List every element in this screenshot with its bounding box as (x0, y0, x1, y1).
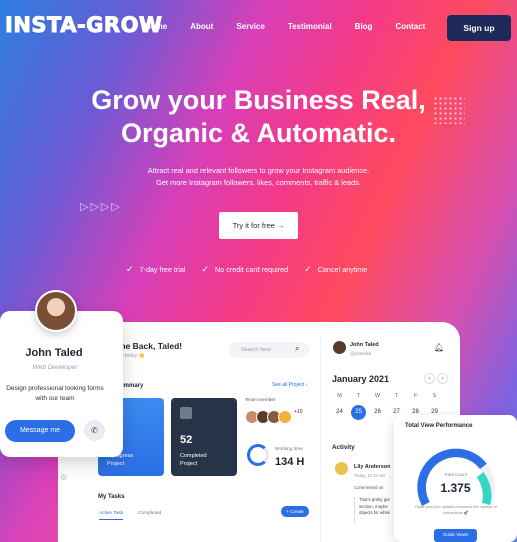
create-task-button[interactable]: + Create (281, 506, 309, 517)
calendar-nav: ‹ › (424, 373, 450, 384)
panel-divider (320, 334, 321, 542)
activity-comment: Commented on (354, 485, 384, 490)
search-icon: ⌕ (295, 344, 300, 353)
brand-logo[interactable]: INSTA-GROW (5, 13, 163, 38)
check-icon: ✓ (201, 264, 210, 274)
card-label-line-2: Project (107, 461, 125, 467)
calendar-month: January 2021 (332, 374, 390, 384)
nav-link-service[interactable]: Service (236, 22, 264, 31)
message-me-button[interactable]: Message me (5, 420, 75, 442)
activity-quote: That's pretty gor section, maybe objects… (354, 497, 399, 523)
check-label: Cancel anytime (317, 265, 368, 274)
tab-completed[interactable]: Completed (138, 511, 161, 516)
weekday: F (413, 393, 418, 399)
folder-icon (180, 407, 192, 419)
top-navbar: INSTA-GROW Home About Service Testimonia… (0, 0, 517, 54)
card-label-line-1: Completed (180, 453, 207, 459)
dot-pattern-decoration (433, 96, 465, 124)
weekday: M (337, 393, 342, 399)
weekday: T (394, 393, 399, 399)
working-time-label: Working time (275, 447, 303, 452)
phone-icon[interactable]: ✆ (84, 420, 105, 441)
hero-subtitle-line-2: Get more Instagram followers, likes, com… (156, 178, 361, 187)
view-performance-card: Total View Performance Total Count 1.375… (394, 415, 517, 542)
avatar (35, 290, 77, 332)
tasks-heading: My Tasks (98, 494, 125, 500)
activity-time: Today, 10:15 AM (354, 473, 385, 478)
profile-handle: @johntaled (350, 351, 372, 356)
welcome-heading: me Back, Taled! (118, 341, 183, 351)
summary-heading: ummary (120, 383, 144, 389)
performance-label: Total Count (444, 472, 467, 477)
chevron-left-icon[interactable]: ‹ (424, 373, 435, 384)
team-avatars: +10 (245, 408, 307, 424)
hero-subtitle: Attract real and relevant followers to g… (0, 165, 517, 189)
check-item: ✓ Cancel anytime (304, 264, 367, 275)
calendar-date-selected[interactable]: 25 (351, 405, 366, 420)
weekday: W (374, 393, 381, 399)
profile-card-role: Web Developer (32, 364, 78, 371)
card-label: Completed Project (180, 452, 207, 468)
nav-link-contact[interactable]: Contact (395, 22, 425, 31)
see-all-projects-link[interactable]: See all Project › (272, 382, 307, 388)
performance-note: Raise your info updated tomorrow the num… (415, 505, 497, 515)
nav-link-testimonial[interactable]: Testimonial (288, 22, 332, 31)
weekday: T (356, 393, 361, 399)
arrow-decoration-icon: ▷▷▷▷ (80, 201, 122, 213)
settings-icon: ⚙ (60, 473, 68, 482)
team-member-label: Team member (245, 398, 276, 403)
tab-active-task[interactable]: Active Task (99, 511, 124, 520)
check-label: 7-day free trial (139, 265, 186, 274)
check-item: ✓ No credit card required (202, 264, 289, 275)
working-time-value: 134 H (275, 456, 305, 468)
nav-link-home[interactable]: Home (145, 22, 167, 31)
team-more-badge[interactable]: +10 (293, 408, 307, 422)
card-label-line-2: Project (180, 461, 198, 467)
profile-name: John Taled (350, 342, 379, 348)
feature-checklist: ✓ 7-day free trial ✓ No credit card requir… (126, 264, 383, 275)
working-time-ring (247, 444, 269, 466)
calendar-weekdays: M T W T F S (330, 393, 444, 399)
calendar-date[interactable]: 24 (330, 405, 349, 420)
try-free-button[interactable]: Try it for free → (219, 212, 298, 239)
performance-title: Total View Performance (405, 423, 473, 429)
check-item: ✓ 7-day free trial (126, 264, 186, 275)
check-icon: ✓ (126, 264, 134, 274)
check-icon: ✓ (304, 264, 312, 274)
weekday: S (432, 393, 437, 399)
performance-value: 1.375 (440, 481, 471, 495)
activity-user-name: Lily Anderson (354, 464, 391, 470)
nav-links: Home About Service Testimonial Blog Cont… (145, 22, 448, 31)
avatar (278, 410, 292, 424)
avatar (335, 462, 348, 475)
completed-count: 52 (180, 434, 193, 446)
signup-button[interactable]: Sign up (447, 15, 511, 41)
check-label: No credit card required (215, 265, 289, 274)
nav-link-about[interactable]: About (190, 22, 213, 31)
avatar[interactable] (333, 341, 346, 354)
hero-subtitle-line-1: Attract real and relevant followers to g… (147, 166, 370, 175)
profile-card-description: Design professional looking forms with o… (6, 385, 104, 402)
nav-link-blog[interactable]: Blog (355, 22, 373, 31)
profile-card-name: John Taled (25, 347, 83, 359)
guide-views-button[interactable]: Guide Views (434, 529, 477, 542)
bell-icon[interactable]: 🔔︎ (434, 343, 444, 352)
chevron-right-icon[interactable]: › (437, 373, 448, 384)
activity-heading: Activity (332, 444, 355, 451)
calendar-date[interactable]: 26 (368, 405, 387, 420)
completed-card[interactable]: 52 Completed Project (171, 398, 237, 476)
